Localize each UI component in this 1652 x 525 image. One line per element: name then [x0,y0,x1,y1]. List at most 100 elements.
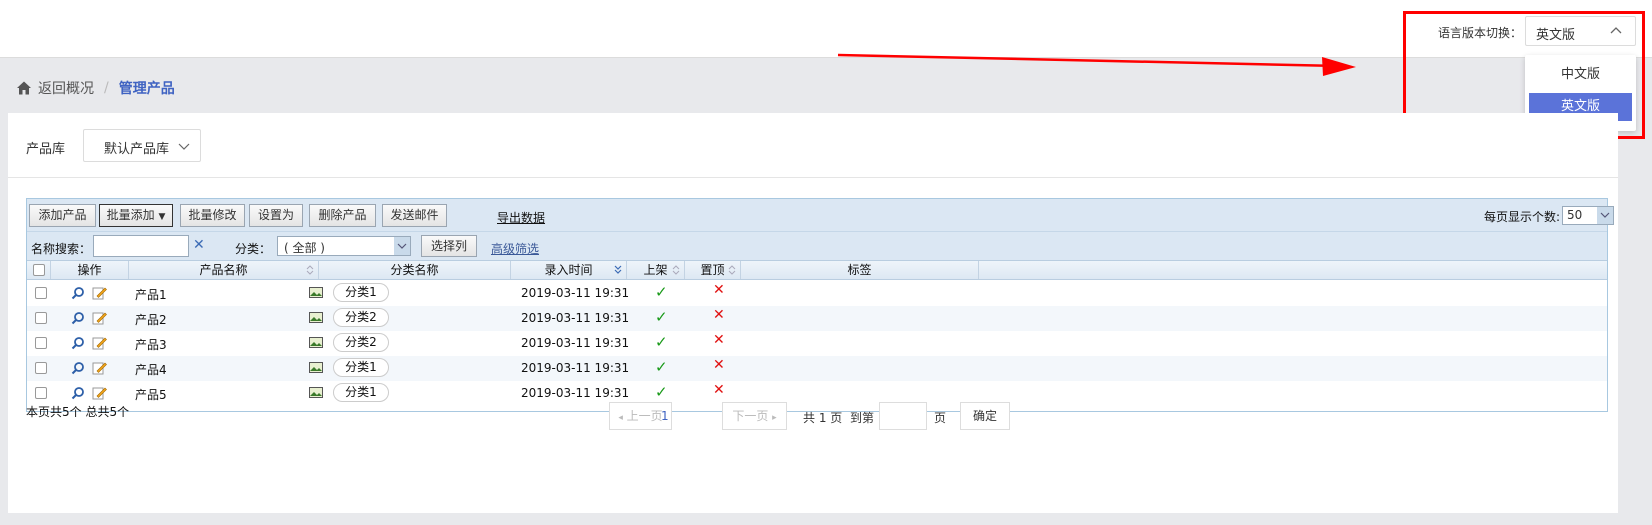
cross-icon[interactable]: ✕ [713,332,725,348]
page-unit-label: 页 [934,411,947,425]
breadcrumb-separator: / [104,80,109,96]
per-page-value: 50 [1567,208,1583,222]
goto-page-input[interactable] [879,402,927,430]
add-product-button[interactable]: 添加产品 [29,204,96,227]
image-icon[interactable] [309,312,323,323]
pinned-column-header[interactable]: 置顶 [685,261,741,279]
listed-column-header[interactable]: 上架 [627,261,685,279]
table-row[interactable]: 产品3 分类2 2019-03-11 19:31 ✓ ✕ [27,331,1607,356]
table-row[interactable]: 产品5 分类1 2019-03-11 19:31 ✓ ✕ [27,381,1607,406]
search-icon[interactable] [71,336,85,350]
chevron-down-icon [394,237,410,255]
edit-icon[interactable] [92,335,107,350]
cross-icon[interactable]: ✕ [713,307,725,323]
confirm-goto-button[interactable]: 确定 [960,402,1010,430]
per-page-select[interactable]: 50 [1562,206,1614,225]
next-page-button[interactable]: 下一页 ▸ [722,402,787,430]
search-icon[interactable] [71,286,85,300]
table-row[interactable]: 产品2 分类2 2019-03-11 19:31 ✓ ✕ [27,306,1607,331]
cross-icon[interactable]: ✕ [713,357,725,373]
select-all-checkbox[interactable] [33,264,45,276]
image-icon[interactable] [309,287,323,298]
entry-time: 2019-03-11 19:31 [521,311,630,325]
edit-icon[interactable] [92,360,107,375]
table-row[interactable]: 产品1 分类1 2019-03-11 19:31 ✓ ✕ [27,281,1607,306]
chevron-down-icon [1597,207,1613,224]
clear-search-icon[interactable]: ✕ [193,237,205,253]
category-tag: 分类1 [333,383,389,402]
cross-icon[interactable]: ✕ [713,282,725,298]
pinned-column-label: 置顶 [700,263,725,277]
divider [8,177,1618,178]
entry-time: 2019-03-11 19:31 [521,386,630,400]
category-column-header: 分类名称 [319,261,511,279]
product-library-label: 产品库 [26,142,66,157]
select-all-header [27,261,51,279]
batch-edit-button[interactable]: 批量修改 [180,204,245,227]
home-icon [17,81,31,95]
name-search-input[interactable] [93,235,189,257]
entry-time: 2019-03-11 19:31 [521,361,630,375]
edit-icon[interactable] [92,285,107,300]
name-column-label: 产品名称 [199,263,248,277]
chevron-down-icon [178,143,190,150]
check-icon[interactable]: ✓ [655,333,668,351]
time-column-header[interactable]: 录入时间 [511,261,627,279]
set-as-button[interactable]: 设置为 [249,204,303,227]
image-icon[interactable] [309,387,323,398]
tags-column-header: 标签 [741,261,979,279]
export-data-link[interactable]: 导出数据 [497,209,545,226]
ops-column-header: 操作 [51,261,129,279]
row-checkbox[interactable] [35,312,47,324]
listed-column-label: 上架 [643,263,668,277]
prev-page-label: 上一页 [626,409,663,423]
check-icon[interactable]: ✓ [655,283,668,301]
grid-toolbar: 添加产品 批量添加 ▼ 批量修改 设置为 删除产品 发送邮件 导出数据 每页显示… [27,199,1614,231]
sort-desc-icon [614,265,622,274]
breadcrumb: 返回概况 / 管理产品 [16,78,175,98]
time-column-label: 录入时间 [544,263,593,277]
check-icon[interactable]: ✓ [655,383,668,401]
product-name: 产品4 [135,363,167,377]
row-checkbox[interactable] [35,287,47,299]
current-page-number[interactable]: 1 [661,409,669,423]
name-column-header[interactable]: 产品名称 [129,261,319,279]
goto-label: 到第 [850,411,875,425]
row-checkbox[interactable] [35,362,47,374]
image-icon[interactable] [309,362,323,373]
breadcrumb-back-link[interactable]: 返回概况 [38,78,94,98]
delete-product-button[interactable]: 删除产品 [309,204,376,227]
product-library-value: 默认产品库 [104,142,170,157]
category-tag: 分类1 [333,283,389,302]
choose-columns-button[interactable]: 选择列 [421,235,477,257]
send-mail-button[interactable]: 发送邮件 [382,204,447,227]
advanced-filter-link[interactable]: 高级筛选 [491,240,539,257]
search-icon[interactable] [71,361,85,375]
product-library-select[interactable]: 默认产品库 [83,129,201,162]
check-icon[interactable]: ✓ [655,358,668,376]
filter-bar: 名称搜索： ✕ 分类： ( 全部 ) 选择列 高级筛选 [27,231,1607,260]
chevron-left-icon: ◂ [618,413,623,423]
product-name: 产品3 [135,338,167,352]
product-name: 产品5 [135,388,167,402]
product-grid: 添加产品 批量添加 ▼ 批量修改 设置为 删除产品 发送邮件 导出数据 每页显示… [26,198,1614,412]
next-page-label: 下一页 [732,409,769,423]
edit-icon[interactable] [92,385,107,400]
cross-icon[interactable]: ✕ [713,382,725,398]
per-page-label: 每页显示个数: [1484,210,1561,224]
category-filter-select[interactable]: ( 全部 ) [277,236,411,256]
search-icon[interactable] [71,386,85,400]
edit-icon[interactable] [92,310,107,325]
image-icon[interactable] [309,337,323,348]
category-tag: 分类1 [333,358,389,377]
caret-down-icon: ▼ [158,212,166,222]
table-header: 操作 产品名称 分类名称 录入时间 上架 置顶 标签 [27,260,1607,280]
category-tag: 分类2 [333,308,389,327]
table-row[interactable]: 产品4 分类1 2019-03-11 19:31 ✓ ✕ [27,356,1607,381]
search-icon[interactable] [71,311,85,325]
row-checkbox[interactable] [35,387,47,399]
batch-add-button[interactable]: 批量添加 ▼ [99,204,173,227]
name-search-label: 名称搜索： [31,242,92,256]
row-checkbox[interactable] [35,337,47,349]
check-icon[interactable]: ✓ [655,308,668,326]
